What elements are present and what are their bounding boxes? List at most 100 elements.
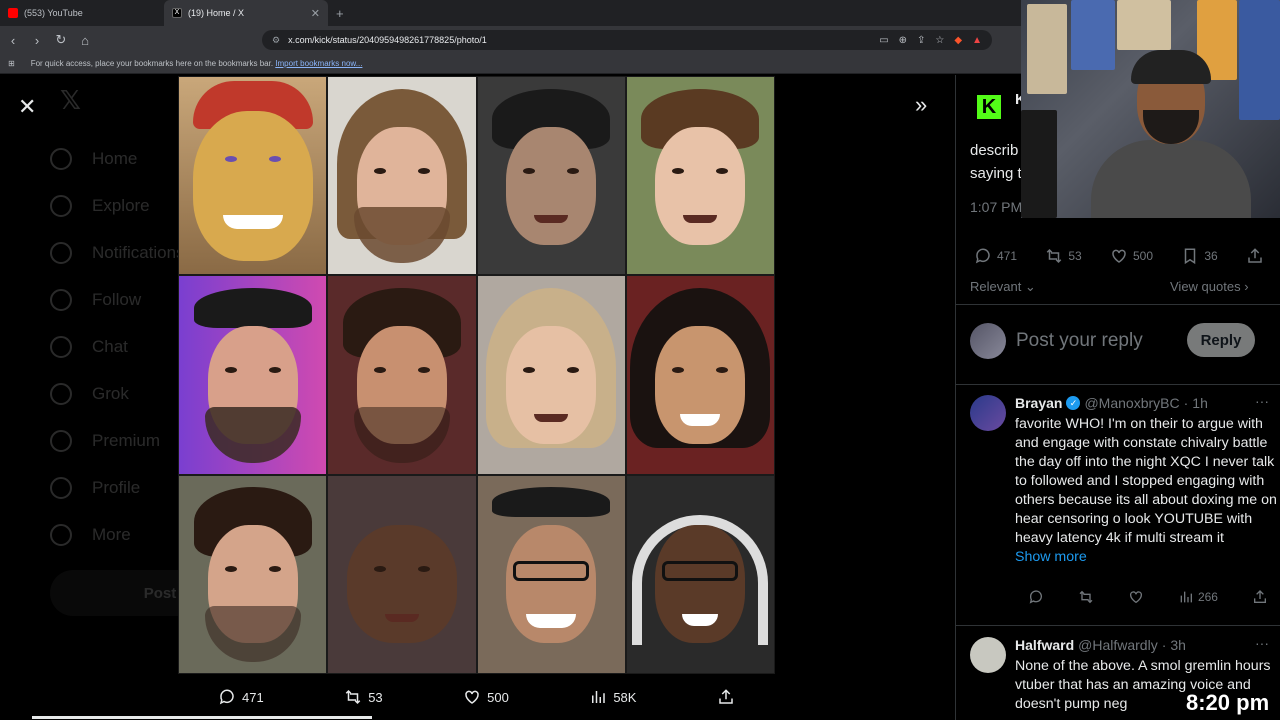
tab-youtube[interactable]: (553) YouTube [0, 0, 164, 26]
back-icon[interactable]: ‹ [6, 33, 20, 48]
photo-grid-image [178, 76, 775, 674]
heart-icon [1112, 249, 1126, 263]
photo-cell [476, 275, 626, 475]
overlay-clock: 8:20 pm [1186, 690, 1270, 715]
views-action[interactable]: 58K [589, 688, 636, 706]
tab-title: (553) YouTube [24, 8, 83, 18]
reply-icon [219, 689, 234, 705]
premium-icon [50, 429, 72, 452]
heart-icon [465, 690, 479, 704]
views-icon [1180, 591, 1192, 603]
more-options-icon[interactable]: ··· [1255, 635, 1269, 651]
photo-cell [625, 76, 775, 276]
views-icon [592, 691, 606, 703]
media-action-bar: 471 53 500 58K [178, 684, 775, 710]
reply-stat[interactable]: 471 [974, 247, 1017, 265]
share-icon[interactable]: ⇪ [917, 35, 925, 46]
apps-grid-icon[interactable]: ⊞ [8, 59, 15, 68]
star-icon[interactable]: ☆ [935, 35, 944, 46]
tweet-time[interactable]: 1:07 PM [970, 199, 1022, 215]
profile-icon [50, 476, 72, 499]
share-icon [719, 689, 733, 704]
bell-icon [50, 241, 72, 264]
share-action[interactable] [717, 688, 735, 706]
more-options-icon[interactable]: ··· [1255, 393, 1269, 409]
comment-actions: 266 [1028, 589, 1268, 605]
reply-button[interactable]: Reply [1187, 323, 1255, 357]
bookmark-stat[interactable]: 36 [1181, 247, 1218, 265]
rewards-icon[interactable]: ▲ [972, 35, 982, 46]
site-info-icon[interactable]: ⚙ [272, 35, 280, 46]
close-tab-icon[interactable]: ✕ [311, 7, 320, 20]
bookmark-icon [1185, 248, 1196, 265]
divider [956, 384, 1280, 385]
photo-cell [178, 275, 328, 475]
tweet-stats: 471 53 500 36 [974, 247, 1264, 265]
comment-header: Brayan ✓ @ManoxbryBC · 1h [1015, 395, 1208, 411]
reply-action[interactable]: 471 [218, 688, 264, 706]
tab-title: (19) Home / X [188, 8, 245, 18]
reply-input[interactable]: Post your reply [1016, 330, 1143, 352]
webcam-overlay [1021, 0, 1280, 218]
grok-icon [50, 382, 72, 405]
comment-reply-button[interactable] [1028, 589, 1044, 605]
repost-icon [1047, 248, 1062, 264]
share-stat[interactable] [1246, 247, 1264, 265]
follow-icon [50, 288, 72, 311]
like-action[interactable]: 500 [463, 688, 509, 706]
photo-cell [625, 275, 775, 475]
bookmarks-hint: For quick access, place your bookmarks h… [30, 59, 274, 68]
divider [956, 625, 1280, 626]
photo-cell [476, 76, 626, 276]
avatar [970, 323, 1006, 359]
home-icon [50, 147, 72, 170]
search-icon [50, 194, 72, 217]
chat-icon [50, 335, 72, 358]
comment-header: Halfward @Halfwardly · 3h [1015, 637, 1186, 653]
kick-logo-icon[interactable]: K [977, 95, 1001, 119]
zoom-icon[interactable]: ⊕ [899, 35, 907, 46]
like-stat[interactable]: 500 [1110, 247, 1153, 265]
brave-shield-icon[interactable]: ◆ [954, 35, 962, 46]
photo-cell [476, 474, 626, 674]
photo-cell [178, 76, 328, 276]
close-lightbox-icon[interactable]: ✕ [18, 94, 36, 120]
cast-icon[interactable]: ▭ [879, 35, 888, 46]
url-text: x.com/kick/status/2040959498261778825/ph… [288, 35, 487, 45]
expand-panel-icon[interactable]: » [915, 92, 927, 118]
repost-stat[interactable]: 53 [1045, 247, 1082, 265]
video-progress-bar [32, 716, 372, 719]
more-icon [50, 523, 72, 546]
repost-action[interactable]: 53 [344, 688, 383, 706]
repost-icon [345, 689, 361, 705]
photo-cell [327, 474, 477, 674]
comment-share-button[interactable] [1252, 589, 1268, 605]
x-icon: X [172, 8, 182, 18]
share-icon [1253, 590, 1266, 603]
divider [956, 304, 1280, 305]
address-bar[interactable]: ⚙ x.com/kick/status/2040959498261778825/… [262, 30, 992, 50]
reply-icon [975, 248, 990, 264]
comment-like-button[interactable] [1128, 589, 1144, 605]
reload-icon[interactable]: ↻ [54, 32, 68, 48]
heart-icon [1129, 591, 1142, 604]
comment-repost-button[interactable] [1078, 589, 1094, 605]
import-bookmarks-link[interactable]: Import bookmarks now... [275, 59, 362, 68]
avatar[interactable] [970, 637, 1006, 673]
comment-text: favorite WHO! I'm on their to argue with… [1015, 416, 1277, 565]
tab-x-home[interactable]: X (19) Home / X ✕ [164, 0, 328, 26]
reply-icon [1029, 590, 1042, 604]
verified-badge-icon: ✓ [1066, 396, 1081, 410]
show-more-link[interactable]: Show more [1015, 549, 1087, 565]
photo-cell [625, 474, 775, 674]
view-quotes-link[interactable]: View quotes › [1170, 279, 1249, 294]
sort-dropdown[interactable]: Relevant ⌄ [970, 279, 1036, 295]
avatar[interactable] [970, 395, 1006, 431]
home-icon[interactable]: ⌂ [78, 33, 92, 48]
forward-icon[interactable]: › [30, 33, 44, 48]
youtube-icon [8, 8, 18, 18]
comment-views[interactable]: 266 [1178, 589, 1218, 605]
photo-cell [178, 474, 328, 674]
new-tab-button[interactable]: + [328, 6, 352, 21]
photo-cell [327, 76, 477, 276]
